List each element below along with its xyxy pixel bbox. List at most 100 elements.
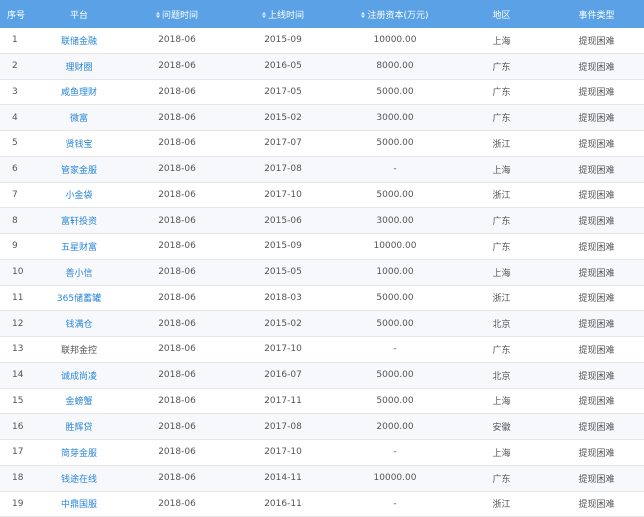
table-row: 16 胜辉贷 2018-06 2017-08 2000.00 安徽 提现困难 <box>0 413 644 440</box>
registered-capital: - <box>336 156 454 183</box>
header-platform: 平台 <box>34 0 124 28</box>
problem-time: 2018-06 <box>124 310 230 337</box>
event-type: 提现困难 <box>549 285 644 312</box>
header-event-type: 事件类型 <box>549 0 644 28</box>
event-type: 提现困难 <box>549 310 644 337</box>
table-header-row: 序号 平台 问题时间 上线时间 注册资本(万元) 地区 事件类型 <box>0 0 644 28</box>
table-row: 13 联邦金控 2018-06 2017-10- 广东 提现困难 <box>0 336 644 363</box>
region: 广东 <box>454 233 549 260</box>
platform-link[interactable]: 365储蓄罐 <box>34 285 124 312</box>
platform-link[interactable]: 联储金融 <box>34 28 124 54</box>
problem-time: 2018-06 <box>124 233 230 260</box>
platform-link[interactable]: 钱途在线 <box>34 465 124 492</box>
platform-link[interactable]: 金螃蟹 <box>34 388 124 415</box>
platform-link[interactable]: 中鼎国服 <box>34 491 124 517</box>
registered-capital: 2000.00 <box>336 413 454 440</box>
header-no: 序号 <box>0 0 34 28</box>
header-region: 地区 <box>454 0 549 28</box>
header-problem-time[interactable]: 问题时间 <box>124 0 230 28</box>
event-type: 提现困难 <box>549 156 644 183</box>
launch-time: 2017-05 <box>230 79 336 106</box>
table-row: 12 钱满仓 2018-06 2015-02 5000.00 北京 提现困难 <box>0 310 644 337</box>
platform-link[interactable]: 贤钱宝 <box>34 130 124 157</box>
row-no: 11 <box>0 285 34 312</box>
event-type: 提现困难 <box>549 28 644 54</box>
problem-time: 2018-06 <box>124 104 230 131</box>
row-no: 8 <box>0 207 34 234</box>
registered-capital: 5000.00 <box>336 285 454 312</box>
registered-capital: 3000.00 <box>336 104 454 131</box>
region: 浙江 <box>454 130 549 157</box>
region: 浙江 <box>454 285 549 312</box>
problem-time: 2018-06 <box>124 336 230 363</box>
problem-time: 2018-06 <box>124 465 230 492</box>
registered-capital: 5000.00 <box>336 362 454 389</box>
table-row: 2 理财圈 2018-06 2016-05 8000.00 广东 提现困难 <box>0 53 644 80</box>
table-row: 5 贤钱宝 2018-06 2017-07 5000.00 浙江 提现困难 <box>0 130 644 157</box>
row-no: 17 <box>0 439 34 466</box>
region: 上海 <box>454 28 549 54</box>
registered-capital: 10000.00 <box>336 233 454 260</box>
launch-time: 2015-02 <box>230 104 336 131</box>
event-type: 提现困难 <box>549 439 644 466</box>
platform-link[interactable]: 微富 <box>34 104 124 131</box>
header-launch-time[interactable]: 上线时间 <box>230 0 336 28</box>
row-no: 3 <box>0 79 34 106</box>
platform-link[interactable]: 五星财富 <box>34 233 124 260</box>
region: 广东 <box>454 104 549 131</box>
registered-capital: 5000.00 <box>336 310 454 337</box>
region: 上海 <box>454 439 549 466</box>
platform-link[interactable]: 诚成尚凌 <box>34 362 124 389</box>
platform-link: 联邦金控 <box>34 336 124 363</box>
region: 广东 <box>454 207 549 234</box>
platform-link[interactable]: 胜辉贷 <box>34 413 124 440</box>
region: 北京 <box>454 362 549 389</box>
event-type: 提现困难 <box>549 104 644 131</box>
table-row: 11 365储蓄罐 2018-06 2018-03 5000.00 浙江 提现困难 <box>0 285 644 312</box>
region: 上海 <box>454 259 549 286</box>
row-no: 19 <box>0 491 34 517</box>
table-row: 1 联储金融 2018-06 2015-09 10000.00 上海 提现困难 <box>0 28 644 54</box>
header-capital[interactable]: 注册资本(万元) <box>336 0 454 28</box>
platform-link[interactable]: 小金袋 <box>34 182 124 209</box>
platform-link[interactable]: 钱满仓 <box>34 310 124 337</box>
platform-link[interactable]: 富轩投资 <box>34 207 124 234</box>
problem-time: 2018-06 <box>124 182 230 209</box>
problem-time: 2018-06 <box>124 207 230 234</box>
problem-time: 2018-06 <box>124 259 230 286</box>
registered-capital: 10000.00 <box>336 28 454 54</box>
problem-time: 2018-06 <box>124 491 230 517</box>
row-no: 10 <box>0 259 34 286</box>
event-type: 提现困难 <box>549 79 644 106</box>
row-no: 13 <box>0 336 34 363</box>
region: 北京 <box>454 310 549 337</box>
row-no: 2 <box>0 53 34 80</box>
launch-time: 2015-05 <box>230 259 336 286</box>
registered-capital: 1000.00 <box>336 259 454 286</box>
row-no: 7 <box>0 182 34 209</box>
region: 广东 <box>454 465 549 492</box>
row-no: 9 <box>0 233 34 260</box>
launch-time: 2016-05 <box>230 53 336 80</box>
registered-capital: - <box>336 439 454 466</box>
registered-capital: 5000.00 <box>336 182 454 209</box>
platform-link[interactable]: 管家金服 <box>34 156 124 183</box>
launch-time: 2017-10 <box>230 439 336 466</box>
region: 广东 <box>454 53 549 80</box>
platform-link[interactable]: 理财圈 <box>34 53 124 80</box>
platform-table: 序号 平台 问题时间 上线时间 注册资本(万元) 地区 事件类型 1 联储金融 20… <box>0 0 644 517</box>
platform-link[interactable]: 简芽金服 <box>34 439 124 466</box>
event-type: 提现困难 <box>549 336 644 363</box>
launch-time: 2017-11 <box>230 388 336 415</box>
registered-capital: 8000.00 <box>336 53 454 80</box>
platform-link[interactable]: 咸鱼理财 <box>34 79 124 106</box>
launch-time: 2017-08 <box>230 413 336 440</box>
platform-link[interactable]: 善小信 <box>34 259 124 286</box>
problem-time: 2018-06 <box>124 413 230 440</box>
row-no: 12 <box>0 310 34 337</box>
event-type: 提现困难 <box>549 465 644 492</box>
region: 浙江 <box>454 491 549 517</box>
header-launch-time-label: 上线时间 <box>267 10 304 21</box>
registered-capital: 5000.00 <box>336 388 454 415</box>
table-row: 15 金螃蟹 2018-06 2017-11 5000.00 上海 提现困难 <box>0 388 644 415</box>
